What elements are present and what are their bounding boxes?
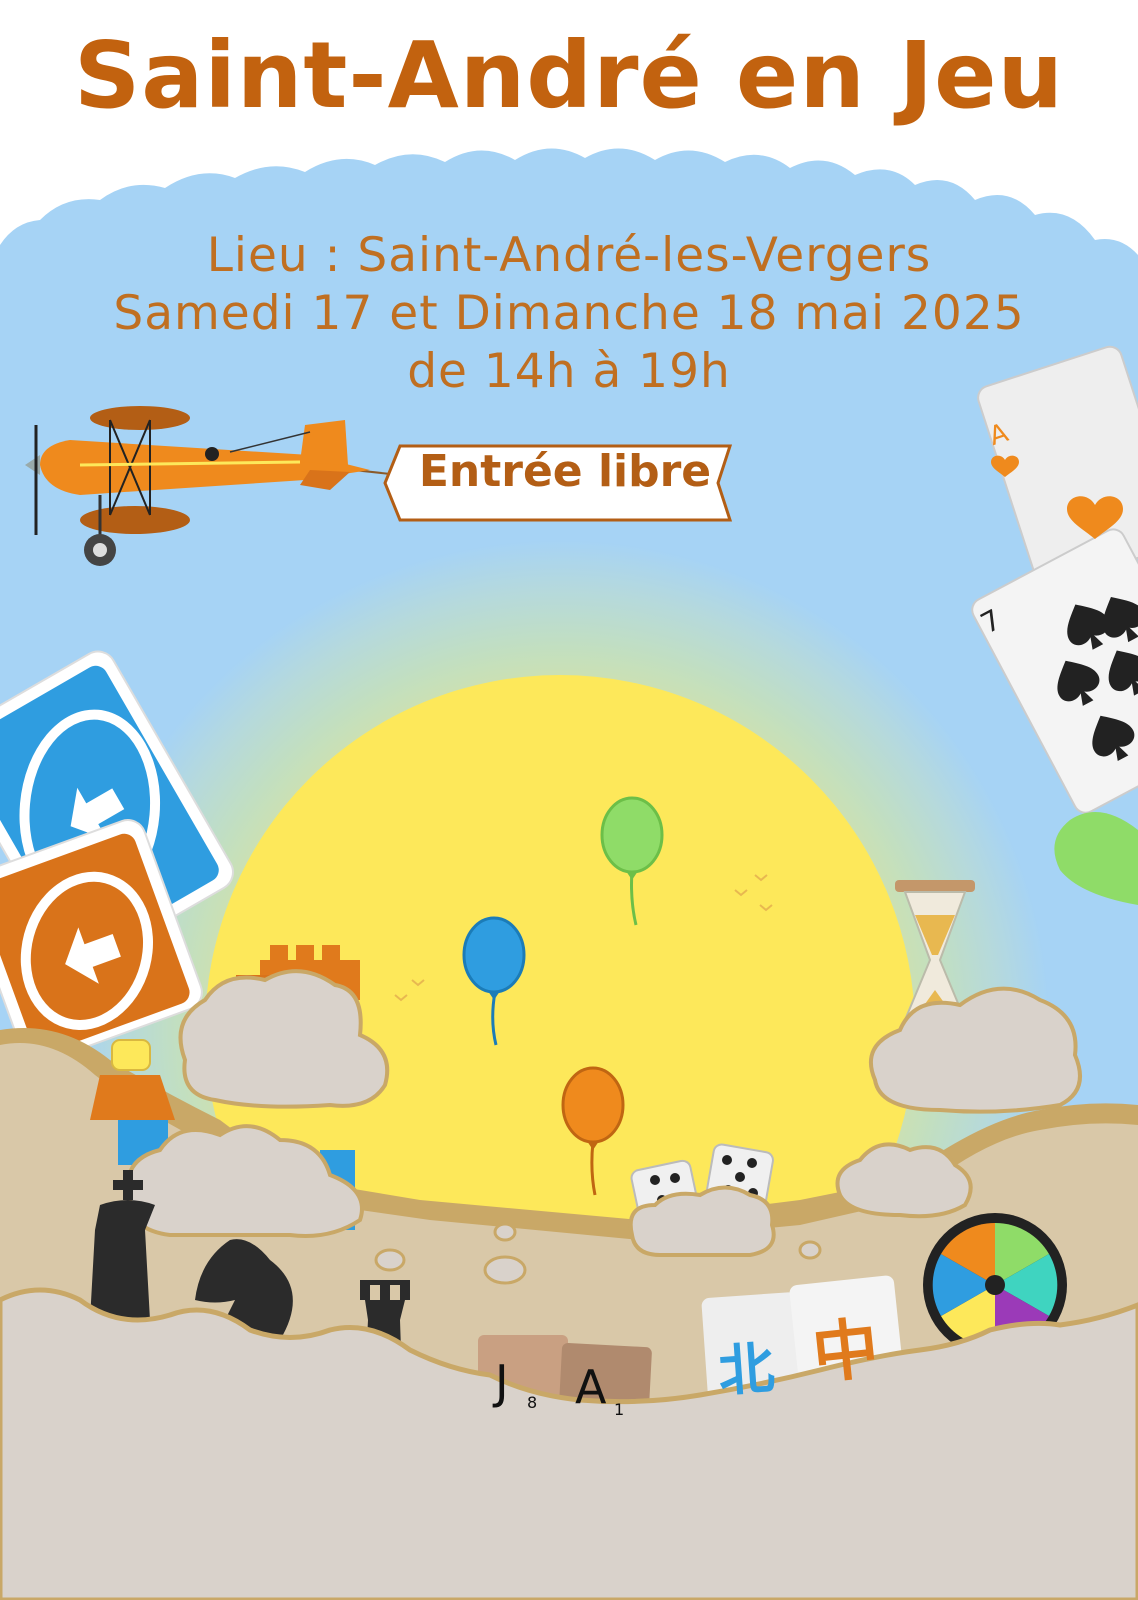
- dates-line: Samedi 17 et Dimanche 18 mai 2025: [113, 286, 1025, 341]
- poster-title: Saint-André en Jeu: [74, 22, 1064, 129]
- hours-line: de 14h à 19h: [407, 344, 731, 399]
- small-puff: [483, 1255, 527, 1285]
- scrabble-score-j: 8: [527, 1393, 538, 1412]
- small-puff: [374, 1248, 406, 1272]
- small-puff: [798, 1240, 822, 1260]
- scrabble-score-a: 1: [614, 1400, 625, 1419]
- entree-libre-label: Entrée libre: [418, 446, 712, 497]
- small-puff: [493, 1222, 517, 1242]
- location-line: Lieu : Saint-André-les-Vergers: [206, 228, 932, 283]
- scrabble-letter-a: A: [575, 1360, 607, 1414]
- mahjong-char-north: 北: [716, 1336, 777, 1405]
- event-poster: Saint-André en Jeu Lieu : Saint-André-le…: [0, 0, 1138, 1600]
- scrabble-letter-j: J: [495, 1355, 509, 1409]
- mahjong-char-middle: 中: [808, 1309, 883, 1394]
